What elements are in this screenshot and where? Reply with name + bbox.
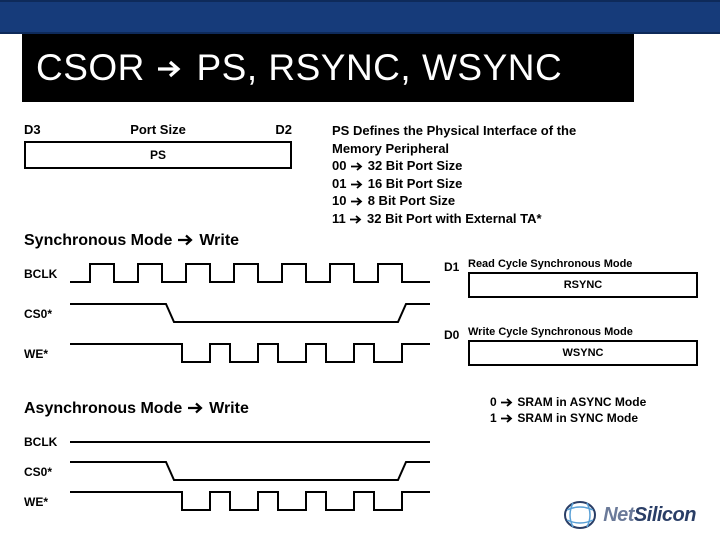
signal-label: WE*	[24, 495, 70, 509]
psdef-line: Memory Peripheral	[332, 140, 576, 158]
psdef-line: 01 16 Bit Port Size	[332, 175, 576, 193]
arrow-right-icon	[500, 413, 514, 424]
bit-d3: D3	[24, 122, 41, 137]
arrow-right-icon	[187, 401, 205, 415]
psdef-line: 00 32 Bit Port Size	[332, 157, 576, 175]
signal-label: BCLK	[24, 435, 70, 449]
mode-note: 0 SRAM in ASYNC Mode 1 SRAM in SYNC Mode	[490, 394, 646, 426]
reg-wsync: D0 Write Cycle Synchronous Mode WSYNC	[468, 326, 698, 366]
heading-sync: Synchronous Mode Write	[24, 232, 239, 250]
signal-bclk: BCLK	[24, 260, 430, 288]
logo: NetSilicon	[563, 500, 696, 530]
logo-text: NetSilicon	[603, 504, 696, 527]
arrow-right-icon	[350, 161, 364, 172]
waveform-bclk	[70, 260, 430, 288]
psdef-line: 11 32 Bit Port with External TA*	[332, 210, 576, 228]
wsync-box: WSYNC	[468, 340, 698, 366]
arrow-right-icon	[156, 56, 186, 82]
waveform-we	[70, 340, 430, 368]
wsync-caption: Write Cycle Synchronous Mode	[468, 326, 698, 338]
psdef-line: PS Defines the Physical Interface of the	[332, 122, 576, 140]
bit-d1: D1	[444, 260, 459, 274]
waveform-we-async	[70, 488, 430, 516]
mode-note-line: 0 SRAM in ASYNC Mode	[490, 394, 646, 410]
arrow-right-icon	[349, 214, 363, 225]
signal-we: WE*	[24, 340, 430, 368]
rsync-caption: Read Cycle Synchronous Mode	[468, 258, 698, 270]
ps-definition: PS Defines the Physical Interface of the…	[332, 122, 576, 227]
reg-rsync: D1 Read Cycle Synchronous Mode RSYNC	[468, 258, 698, 298]
signal-cs0-async: CS0*	[24, 458, 430, 486]
arrow-right-icon	[500, 397, 514, 408]
bit-d2: D2	[275, 122, 292, 137]
waveform-cs0	[70, 300, 430, 328]
port-size-field: D3 Port Size D2 PS	[24, 122, 292, 169]
psdef-line: 10 8 Bit Port Size	[332, 192, 576, 210]
title-right: PS, RSYNC, WSYNC	[196, 47, 562, 88]
signal-we-async: WE*	[24, 488, 430, 516]
top-bar	[0, 0, 720, 34]
port-size-label: Port Size	[41, 122, 276, 137]
signal-bclk-async: BCLK	[24, 428, 430, 456]
bit-d0: D0	[444, 328, 459, 342]
arrow-right-icon	[177, 233, 195, 247]
ps-box-text: PS	[150, 148, 166, 162]
globe-icon	[563, 500, 597, 530]
title-left: CSOR	[36, 47, 145, 88]
rsync-box: RSYNC	[468, 272, 698, 298]
title-text: CSOR PS, RSYNC, WSYNC	[36, 47, 562, 89]
heading-async: Asynchronous Mode Write	[24, 400, 249, 418]
signal-label: BCLK	[24, 267, 70, 281]
arrow-right-icon	[350, 179, 364, 190]
waveform-cs0-async	[70, 458, 430, 486]
ps-box: PS	[24, 141, 292, 169]
title-panel: CSOR PS, RSYNC, WSYNC	[22, 34, 634, 102]
signal-label: CS0*	[24, 465, 70, 479]
signal-cs0: CS0*	[24, 300, 430, 328]
signal-label: CS0*	[24, 307, 70, 321]
mode-note-line: 1 SRAM in SYNC Mode	[490, 410, 646, 426]
signal-label: WE*	[24, 347, 70, 361]
waveform-bclk-async	[70, 428, 430, 456]
arrow-right-icon	[350, 196, 364, 207]
